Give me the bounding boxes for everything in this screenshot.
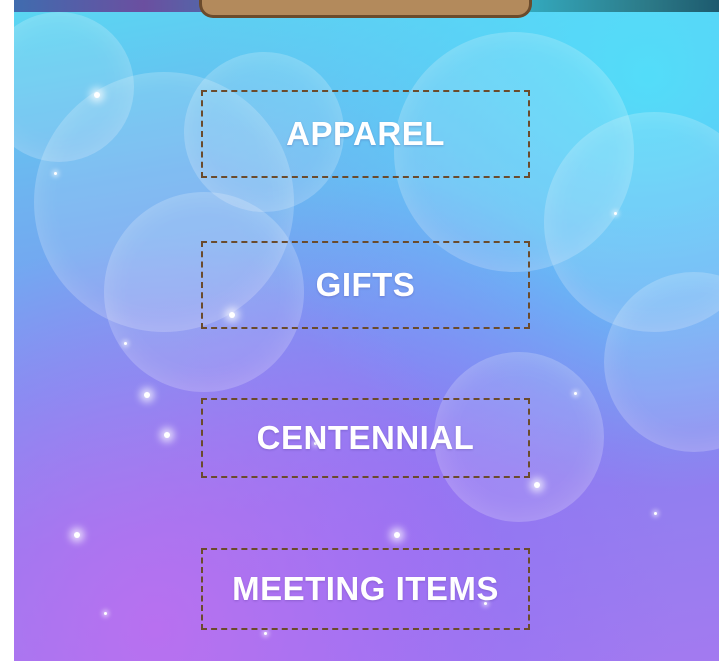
sparkle — [534, 482, 540, 488]
sparkle — [164, 432, 170, 438]
sparkle — [54, 172, 57, 175]
sparkle — [574, 392, 577, 395]
page: APPAREL GIFTS CENTENNIAL MEETING ITEMS — [0, 0, 719, 661]
menu-button-gifts[interactable]: GIFTS — [201, 241, 530, 329]
menu-button-label: GIFTS — [315, 266, 416, 303]
sparkle — [654, 512, 657, 515]
sparkle — [94, 92, 100, 98]
menu-button-meeting-items[interactable]: MEETING ITEMS — [201, 548, 530, 630]
sparkle — [614, 212, 617, 215]
sparkle — [144, 392, 150, 398]
menu-button-label: MEETING ITEMS — [232, 570, 499, 607]
menu-button-apparel[interactable]: APPAREL — [201, 90, 530, 178]
menu-button-label: CENTENNIAL — [256, 419, 475, 456]
sparkle — [394, 532, 400, 538]
menu-button-label: APPAREL — [286, 115, 445, 152]
sparkle — [104, 612, 107, 615]
menu-button-centennial[interactable]: CENTENNIAL — [201, 398, 530, 478]
left-margin — [0, 0, 14, 661]
sparkle — [264, 632, 267, 635]
sparkle — [74, 532, 80, 538]
top-tab-handle — [199, 0, 532, 18]
sparkle — [124, 342, 127, 345]
